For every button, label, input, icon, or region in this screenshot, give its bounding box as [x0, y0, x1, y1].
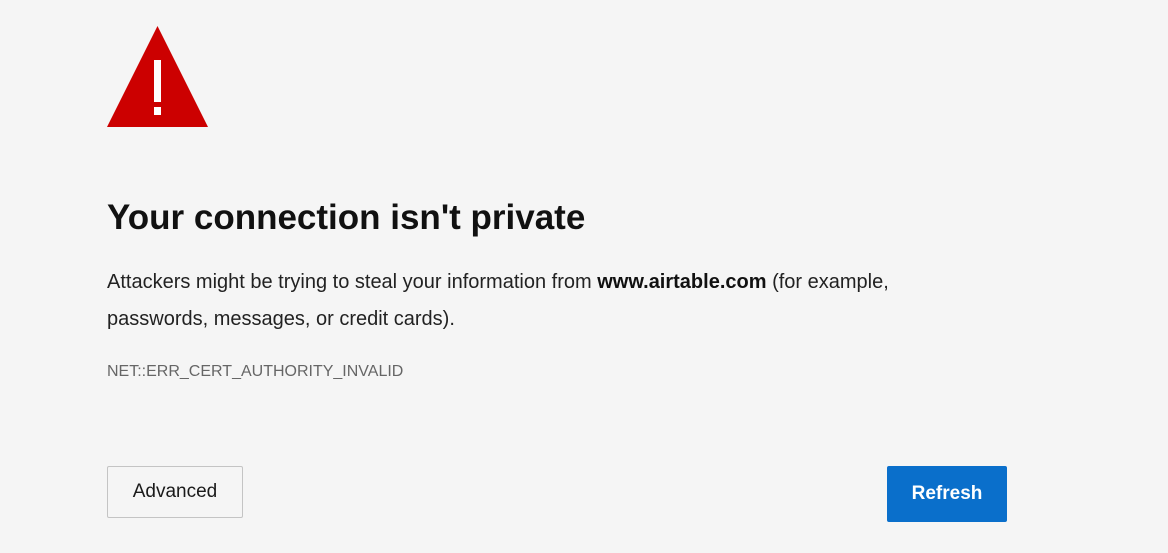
error-description: Attackers might be trying to steal your …: [107, 264, 967, 338]
advanced-button[interactable]: Advanced: [107, 466, 243, 518]
description-prefix: Attackers might be trying to steal your …: [107, 271, 598, 293]
error-code: NET::ERR_CERT_AUTHORITY_INVALID: [107, 363, 404, 380]
page-title: Your connection isn't private: [107, 198, 586, 237]
error-page: Your connection isn't private Attackers …: [0, 0, 1168, 553]
warning-triangle-icon: [107, 26, 208, 127]
site-domain: www.airtable.com: [597, 271, 767, 293]
refresh-button[interactable]: Refresh: [887, 466, 1007, 522]
